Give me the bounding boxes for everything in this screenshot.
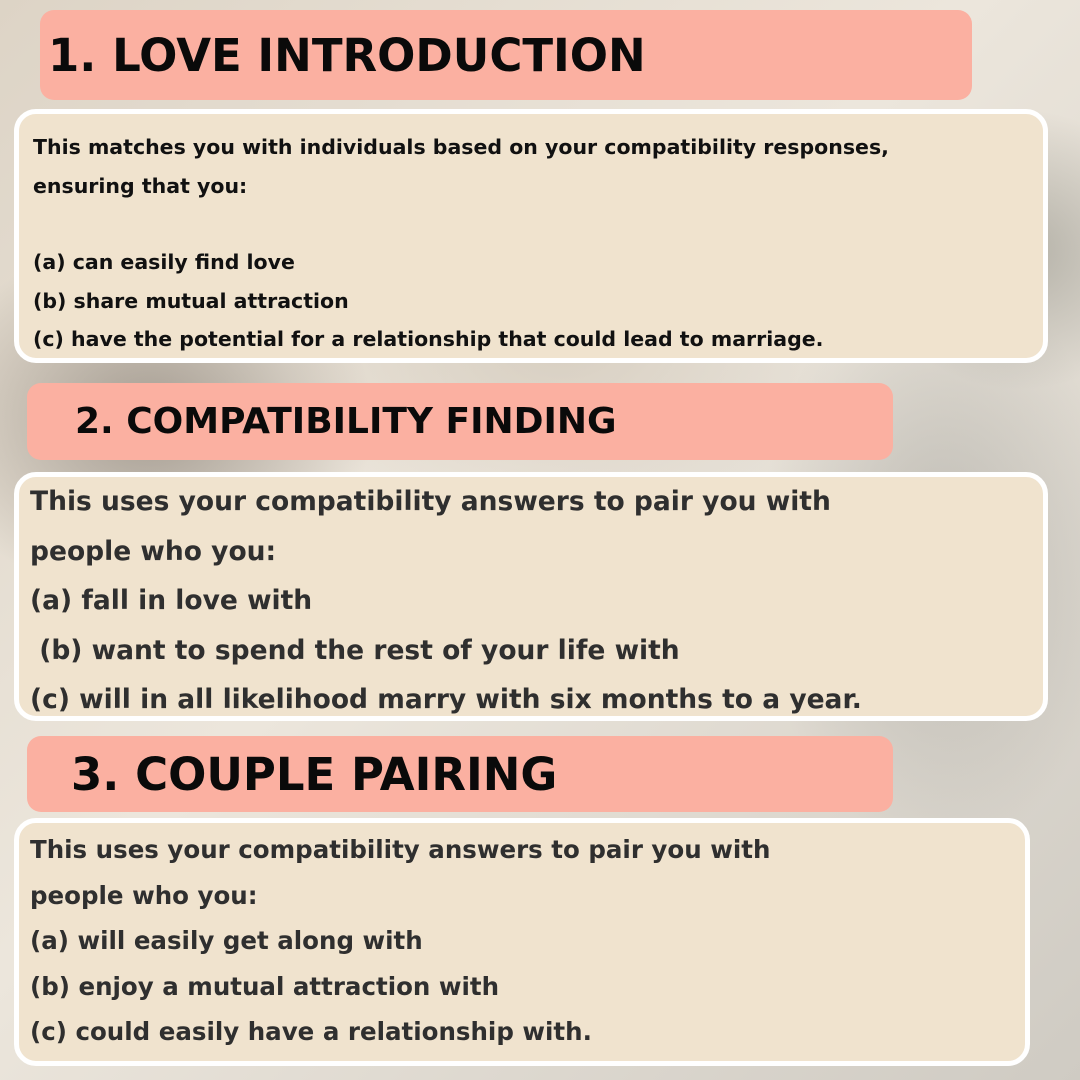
section-2-item-a: (a) fall in love with (30, 585, 313, 616)
section-1-card: This matches you with individuals based … (14, 109, 1048, 363)
section-1-item-c: (c) have the potential for a relationshi… (33, 327, 824, 351)
section-1-line-1: This matches you with individuals based … (33, 135, 889, 159)
section-3-line-1: This uses your compatibility answers to … (30, 835, 771, 864)
section-2-title: 2. COMPATIBILITY FINDING (75, 401, 617, 442)
section-1-item-a: (a) can easily find love (33, 250, 295, 274)
section-2-item-b: (b) want to spend the rest of your life … (30, 634, 680, 666)
section-2-item-c: (c) will in all likelihood marry with si… (30, 684, 862, 715)
section-1-title: 1. LOVE INTRODUCTION (48, 28, 646, 82)
section-3-item-c: (c) could easily have a relationship wit… (30, 1017, 592, 1046)
section-3-title: 3. COUPLE PAIRING (71, 747, 558, 801)
section-2-card: This uses your compatibility answers to … (14, 472, 1048, 721)
section-1-line-2: ensuring that you: (33, 173, 248, 198)
section-2-header: 2. COMPATIBILITY FINDING (27, 383, 893, 460)
section-3-item-a: (a) will easily get along with (30, 926, 423, 955)
section-1-spacer (33, 205, 1043, 243)
section-1-header: 1. LOVE INTRODUCTION (40, 10, 972, 100)
section-3-card: This uses your compatibility answers to … (14, 818, 1030, 1066)
section-1-item-b: (b) share mutual attraction (33, 288, 349, 313)
section-3-line-2: people who you: (30, 880, 258, 910)
section-2-line-1: This uses your compatibility answers to … (30, 486, 831, 517)
section-2-line-2: people who you: (30, 535, 277, 567)
section-3-item-b: (b) enjoy a mutual attraction with (30, 971, 500, 1001)
section-3-header: 3. COUPLE PAIRING (27, 736, 893, 812)
